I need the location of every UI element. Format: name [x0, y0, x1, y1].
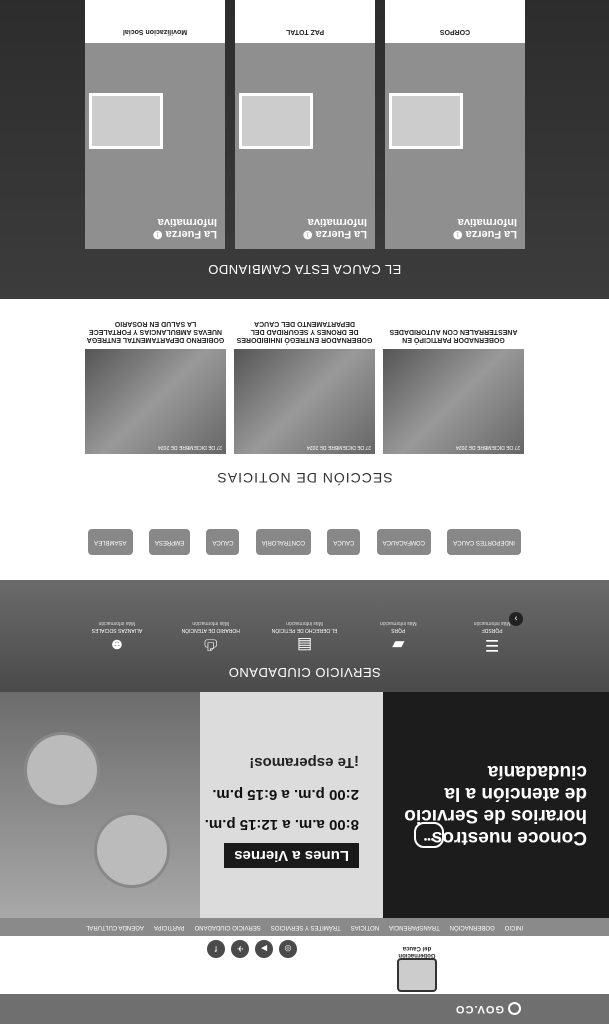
card-photo: [89, 93, 163, 149]
aliado-logo[interactable]: COMFACAUCA: [376, 529, 431, 555]
news-image: 27 DE DICIEMBRE DE 2024: [85, 349, 226, 454]
lafuerza-card[interactable]: La Fuerza ❶ Informativa Movilizacion Soc…: [85, 0, 225, 249]
banner-left: Conoce nuestros horarios de Servicio de …: [383, 692, 609, 918]
person-image: [24, 732, 100, 808]
twitter-icon[interactable]: ✈: [231, 940, 249, 958]
news-title[interactable]: GOBERNADOR PARTICIPÓ EN ANESTERRALEN CON…: [383, 327, 524, 343]
card-foot-title: CORPOS: [439, 28, 471, 35]
news-date: 27 DE DICIEMBRE DE 2024: [456, 444, 520, 450]
news-card[interactable]: 27 DE DICIEMBRE DE 2024 GOBIERNO DEPARTA…: [85, 319, 226, 454]
banner-people-image: [0, 692, 200, 918]
gov-top-bar: GOV.CO: [0, 994, 609, 1024]
service-label: PQRS: [391, 627, 406, 633]
page-root: GOV.CO Gobernación del Cauca ◎ ▶ ✈ f INI…: [0, 0, 609, 1024]
news-image: 27 DE DICIEMBRE DE 2024: [383, 349, 524, 454]
instagram-icon[interactable]: ◎: [279, 940, 297, 958]
news-card[interactable]: 27 DE DICIEMBRE DE 2024 GOBERNADOR PARTI…: [383, 319, 524, 454]
card-foot-title: PAZ TOTAL: [285, 28, 325, 35]
aliado-logo[interactable]: CAUCA: [327, 529, 361, 555]
service-more-link[interactable]: Más información: [363, 620, 433, 626]
news-card[interactable]: 27 DE DICIEMBRE DE 2024 GOBERNADOR ENTRE…: [234, 319, 375, 454]
nav-item-participa[interactable]: PARTICIPA: [154, 924, 185, 930]
speech-bubble-icon: •••: [414, 822, 444, 848]
lafuerza-card[interactable]: La Fuerza ❶ Informativa PAZ TOTAL: [235, 0, 375, 249]
service-item[interactable]: ▰ PQRS Más información: [363, 620, 433, 655]
hours-afternoon: 2:00 p.m. a 6:15 p.m.: [212, 786, 359, 803]
news-title[interactable]: GOBIERNO DEPARTAMENTAL ENTREGA NUEVAS AM…: [85, 319, 226, 343]
news-title[interactable]: GOBERNADOR ENTREGÓ INHIBIDORES DE DRONES…: [234, 319, 375, 343]
carousel-next-button[interactable]: ›: [509, 612, 523, 626]
servicio-ciudadano: SERVICIO CIUDADANO ☰ PQRSDF Más informac…: [0, 580, 609, 692]
gov-logo-icon: [508, 1002, 521, 1016]
card-foot: Movilizacion Social: [85, 0, 225, 43]
nav-item-inicio[interactable]: INICIO: [505, 924, 523, 930]
noticias-title: SECCIÓN DE NOTICIAS: [216, 470, 393, 486]
nav-item-gobernacion[interactable]: GOBERNACIÓN: [450, 924, 495, 930]
nav-item-noticias[interactable]: NOTICIAS: [351, 924, 379, 930]
card-head: La Fuerza ❶ Informativa: [452, 216, 517, 240]
social-links: ◎ ▶ ✈ f: [207, 940, 297, 958]
service-item[interactable]: ⎙ HORARIO DE ATENCIÓN Más información: [176, 620, 246, 655]
wait-text: ¡Te esperamos!: [249, 754, 359, 771]
card-foot-title: Movilizacion Social: [122, 28, 188, 35]
banner-title-line: ciudadanía: [487, 761, 587, 782]
servicio-title: SERVICIO CIUDADANO: [228, 665, 381, 680]
card-foot: CORPOS: [385, 0, 525, 43]
nav-item-servicio[interactable]: SERVICIO CIUDADANO: [195, 924, 261, 930]
aliado-logo[interactable]: CONTRALORÍA: [255, 529, 312, 555]
news-list: 27 DE DICIEMBRE DE 2024 GOBERNADOR PARTI…: [0, 319, 609, 466]
person-image: [94, 812, 170, 888]
service-item[interactable]: ▤ EL DERECHO DE PETICIÓN Más información: [270, 620, 340, 655]
aliado-logo[interactable]: ASAMBLEA: [88, 529, 133, 555]
nav-item-tramites[interactable]: TRÁMITES Y SERVICIOS: [271, 924, 341, 930]
hours-morning: 8:00 a.m. a 12:15 p.m.: [204, 816, 359, 833]
service-label: ALIANZAS SOCIALES: [91, 627, 143, 633]
facebook-icon[interactable]: f: [207, 940, 225, 958]
gobernacion-logo[interactable]: Gobernación del Cauca: [393, 936, 441, 992]
card-head: La Fuerza ❶ Informativa: [152, 216, 217, 240]
card-foot: PAZ TOTAL: [235, 0, 375, 43]
cauca-cambiando: EL CAUCA ESTA CAMBIANDO La Fuerza ❶ Info…: [0, 0, 609, 299]
schedule: Lunes a Viernes 8:00 a.m. a 12:15 p.m. 2…: [205, 754, 359, 868]
shield-icon: [397, 958, 437, 992]
days-label: Lunes a Viernes: [224, 843, 359, 868]
banner-right: Lunes a Viernes 8:00 a.m. a 12:15 p.m. 2…: [0, 692, 383, 918]
news-date: 27 DE DICIEMBRE DE 2024: [307, 444, 371, 450]
people-icon: ☻: [108, 636, 126, 653]
database-icon: ☰: [484, 636, 500, 653]
folder-icon: ▰: [392, 636, 405, 653]
card-photo: [239, 93, 313, 149]
aliado-logo[interactable]: CAUCA: [206, 529, 240, 555]
service-label: HORARIO DE ATENCIÓN: [181, 627, 240, 633]
banner-title-line: de atención a la: [444, 783, 587, 804]
service-label: PQRSDF: [481, 627, 503, 633]
header: Gobernación del Cauca ◎ ▶ ✈ f: [0, 936, 609, 994]
printer-icon: ⎙: [204, 636, 218, 653]
service-list: ☰ PQRSDF Más información ▰ PQRS Más info…: [0, 620, 609, 665]
aliado-logo[interactable]: INDEPORTES CAUCA: [447, 529, 521, 555]
cauca-title: EL CAUCA ESTA CAMBIANDO: [207, 262, 402, 277]
aliado-logo[interactable]: EMPRESA: [148, 529, 191, 555]
gov-logo[interactable]: GOV.CO: [455, 1003, 504, 1015]
aliados-row: INDEPORTES CAUCA COMFACAUCA CAUCA CONTRA…: [0, 504, 609, 580]
logo-line: Gobernación: [398, 952, 436, 958]
youtube-icon[interactable]: ▶: [255, 940, 273, 958]
news-image: 27 DE DICIEMBRE DE 2024: [234, 349, 375, 454]
nav-item-agenda[interactable]: AGENDA CULTURAL: [86, 924, 144, 930]
news-date: 27 DE DICIEMBRE DE 2024: [158, 444, 222, 450]
logo-line: del Cauca: [402, 945, 432, 951]
main-nav: INICIO GOBERNACIÓN TRANSPARENCIA NOTICIA…: [0, 918, 609, 936]
document-icon: ▤: [296, 636, 313, 653]
card-photo: [389, 93, 463, 149]
nav-item-transparencia[interactable]: TRANSPARENCIA: [389, 924, 440, 930]
lafuerza-cards: La Fuerza ❶ Informativa CORPOS La Fuerza…: [85, 0, 525, 249]
service-label: EL DERECHO DE PETICIÓN: [271, 627, 338, 633]
service-item[interactable]: ☻ ALIANZAS SOCIALES Más información: [82, 620, 152, 655]
lafuerza-card[interactable]: La Fuerza ❶ Informativa CORPOS: [385, 0, 525, 249]
card-head: La Fuerza ❶ Informativa: [302, 216, 367, 240]
hours-banner[interactable]: Conoce nuestros horarios de Servicio de …: [0, 692, 609, 918]
